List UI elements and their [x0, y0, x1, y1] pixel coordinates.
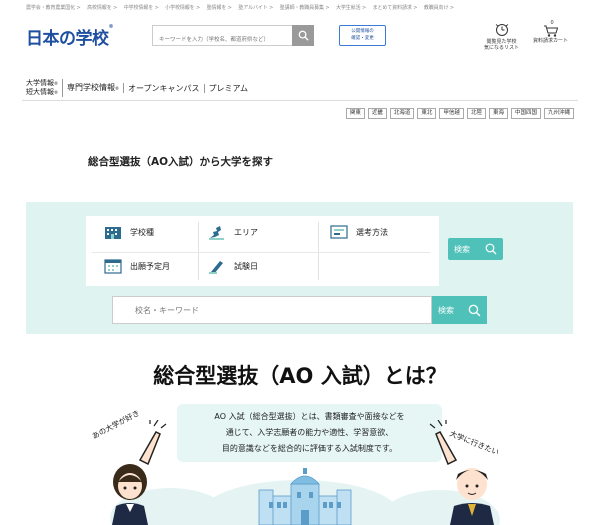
eye-clock-icon — [495, 24, 508, 36]
region-link[interactable]: 近畿 — [367, 108, 387, 119]
region-link[interactable]: 関東 — [345, 108, 365, 119]
top-links: 農学会・教育農業国化 > 高校情報を > 中学校情報を > 小学校情報を > 塾… — [26, 4, 600, 14]
selection-method-icon — [330, 223, 348, 241]
region-link[interactable]: 東海 — [488, 108, 508, 119]
region-link[interactable]: 甲信越 — [439, 108, 464, 119]
top-link[interactable]: 大学生就活 > — [336, 5, 366, 11]
filter-label: エリア — [234, 227, 258, 237]
description-line: 通じて、入学志願者の能力や適性、学習意欲、 — [225, 428, 394, 437]
nav-label: 短大情報 — [26, 88, 54, 96]
header-search-button[interactable] — [292, 25, 314, 46]
nav-label: プレミアム — [208, 83, 248, 93]
section-heading: 総合型選抜（AO 入試）とは？ — [153, 364, 447, 388]
nav-registered-mark: ® — [54, 81, 58, 86]
search-icon — [485, 243, 497, 255]
region-link[interactable]: 北陸 — [466, 108, 486, 119]
university-building-illustration — [258, 468, 352, 525]
region-link[interactable]: 東北 — [417, 108, 437, 119]
cart-count: 0 — [550, 20, 554, 26]
filter-selection-method[interactable]: 選考方法 — [330, 216, 388, 248]
filter-area[interactable]: エリア — [208, 216, 258, 248]
page-title: 総合型選抜（AO入試）から大学を探す — [88, 156, 274, 168]
nav-divider — [22, 100, 578, 101]
top-link[interactable]: 高校情報を > — [87, 5, 117, 11]
region-link[interactable]: 九州沖縄 — [543, 108, 574, 119]
favorites-link[interactable]: 閲覧見た学校 気になるリスト — [484, 22, 519, 51]
nav-label: オープンキャンパス — [128, 83, 200, 93]
description-line: 目的意識などを総合的に評価する入試制度です。 — [221, 444, 398, 453]
nav-item-premium[interactable]: プレミアム — [205, 84, 252, 93]
cart-link[interactable]: 0 資料請求カート — [533, 20, 569, 44]
area-map-icon — [208, 223, 226, 241]
region-link[interactable]: 中国四国 — [510, 108, 541, 119]
description-bubble: AO 入試（総合型選抜）とは、書類審査や面接などを 通じて、入学志願者の能力や適… — [177, 404, 442, 462]
top-link[interactable]: 農学会・教育農業国化 > — [26, 5, 81, 11]
top-link[interactable]: 小学校情報を > — [165, 5, 200, 11]
nav-item-vocational[interactable]: 専門学校情報® — [63, 83, 124, 93]
search-icon — [468, 304, 481, 316]
global-nav: 大学情報® 短大情報® 専門学校情報® オープンキャンパス プレミアム — [22, 76, 252, 100]
top-link[interactable]: 塾アルバイト > — [238, 5, 273, 11]
logo-text: 日本の学校 — [26, 29, 109, 49]
filter-label: 学校種 — [130, 227, 154, 237]
keyword-input[interactable] — [113, 297, 431, 323]
cart-label: 資料請求カート — [533, 38, 569, 44]
student-girl-illustration — [112, 420, 167, 525]
description-line: AO 入試（総合型選抜）とは、書類審査や面接などを — [214, 412, 405, 421]
header-search-input[interactable] — [153, 30, 292, 50]
filter-exam-date[interactable]: 試験日 — [208, 250, 258, 282]
exam-pencil-icon — [208, 257, 226, 275]
top-link[interactable]: 塾情報を > — [207, 5, 232, 11]
keyword-search-label: 検索 — [438, 305, 454, 315]
nav-registered-mark: ® — [54, 90, 58, 95]
student-boy-illustration — [429, 420, 494, 525]
filter-label: 選考方法 — [356, 227, 388, 237]
filter-application-month[interactable]: 出願予定月 — [104, 250, 170, 282]
region-links: 関東 近畿 北海道 東北 甲信越 北陸 東海 中国四国 九州沖縄 — [345, 108, 574, 119]
notice-line: 確認・変更 — [351, 35, 374, 41]
calendar-icon — [104, 257, 122, 275]
top-link[interactable]: 中学校情報を > — [124, 5, 159, 11]
nav-registered-mark: ® — [115, 86, 119, 91]
page: { "header": { "top_links": ["農学会・教育農業国化 … — [0, 0, 600, 525]
filter-search-button[interactable]: 検索 — [448, 238, 503, 260]
filter-school-type[interactable]: 学校種 — [104, 216, 154, 248]
keyword-search-button[interactable]: 検索 — [432, 296, 487, 324]
nav-label: 大学情報 — [26, 79, 54, 87]
keyword-search — [112, 296, 432, 324]
cart-icon — [543, 25, 558, 37]
site-logo[interactable]: 日本の学校® — [26, 24, 113, 49]
filter-search-label: 検索 — [454, 244, 470, 254]
favorites-label: 気になるリスト — [484, 45, 520, 51]
filter-divider — [198, 222, 199, 280]
public-info-button[interactable]: 公開情報の 確認・変更 — [339, 25, 386, 46]
nav-item-university[interactable]: 大学情報® 短大情報® — [22, 79, 63, 97]
top-link[interactable]: まとめて資料請求 > — [373, 5, 418, 11]
filter-label: 出願予定月 — [130, 261, 170, 271]
top-link[interactable]: 教職員向け > — [424, 5, 454, 11]
top-link[interactable]: 塾講師・教職員募集 > — [280, 5, 330, 11]
school-building-icon — [104, 223, 122, 241]
nav-item-open-campus[interactable]: オープンキャンパス — [124, 83, 205, 93]
logo-registered-mark: ® — [108, 24, 114, 30]
header-search — [152, 25, 314, 50]
region-link[interactable]: 北海道 — [389, 108, 415, 119]
filter-divider — [318, 222, 319, 280]
nav-label: 専門学校情報 — [67, 83, 115, 92]
filter-label: 試験日 — [234, 261, 258, 271]
search-icon — [298, 30, 309, 41]
